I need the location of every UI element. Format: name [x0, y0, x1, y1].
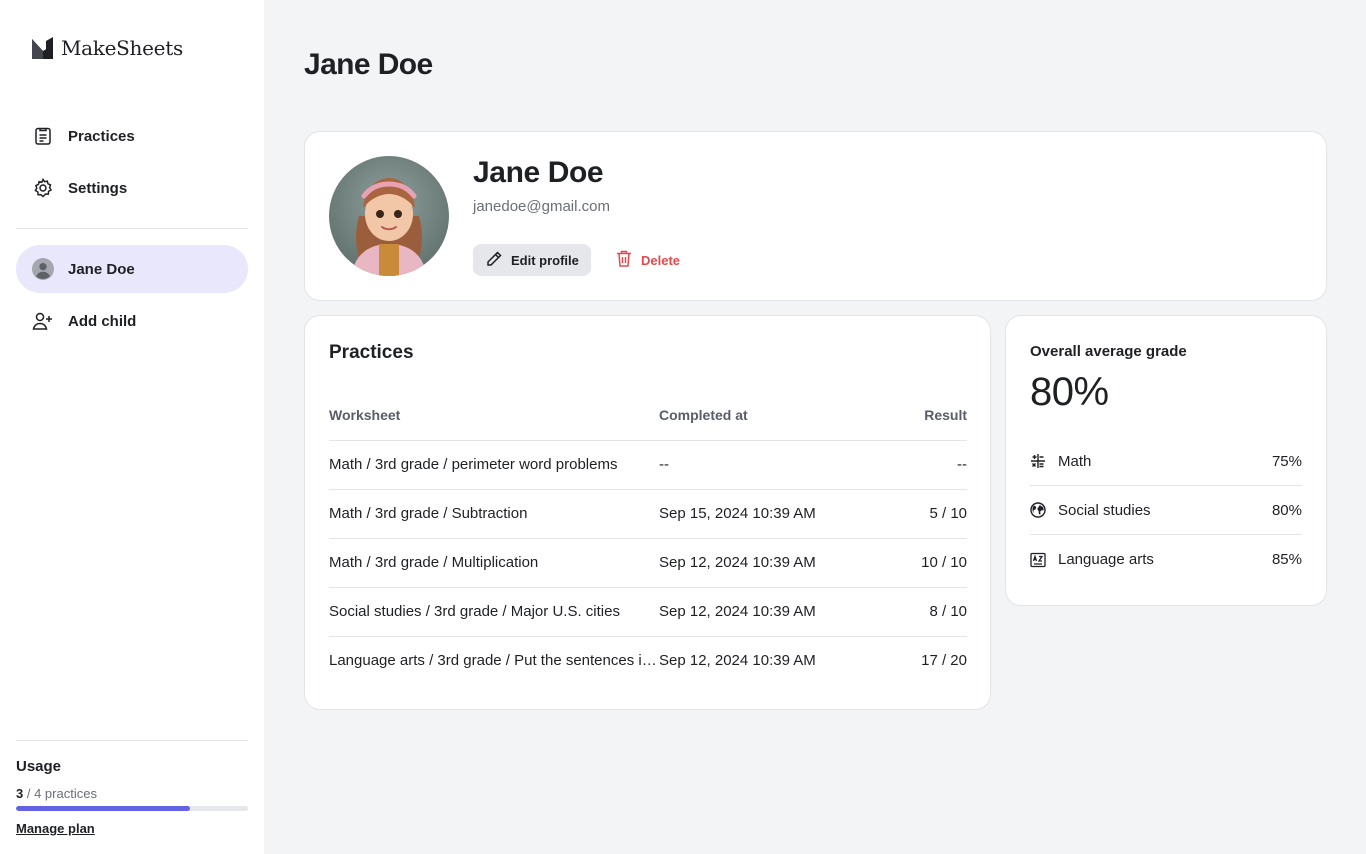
sidebar-divider — [16, 740, 248, 741]
nav-item-settings[interactable]: Settings — [16, 164, 248, 212]
usage-total: / 4 practices — [26, 786, 97, 801]
subject-grade-row: Math 75% — [1030, 437, 1302, 486]
subject-grade: 75% — [1271, 452, 1302, 470]
cell-result: 17 / 20 — [921, 652, 967, 670]
grades-card: Overall average grade 80% Math 75% Socia… — [1005, 315, 1327, 606]
cell-completed-at: Sep 12, 2024 10:39 AM — [659, 538, 879, 588]
practices-card: Practices Worksheet Completed at Result … — [304, 315, 991, 710]
cell-worksheet: Math / 3rd grade / Subtraction — [329, 489, 659, 539]
delete-label: Delete — [641, 252, 681, 268]
nav-item-practices[interactable]: Practices — [16, 112, 248, 160]
nav-item-label: Settings — [68, 179, 128, 197]
cell-worksheet: Social studies / 3rd grade / Major U.S. … — [329, 587, 659, 637]
logo[interactable]: MakeSheets — [32, 36, 183, 60]
cell-completed-at: -- — [659, 440, 879, 490]
pencil-icon — [485, 250, 503, 271]
cell-completed-at: Sep 12, 2024 10:39 AM — [659, 587, 879, 637]
child-item-label: Jane Doe — [68, 260, 135, 278]
add-child-label: Add child — [68, 312, 137, 330]
nav-item-label: Practices — [68, 127, 135, 145]
cell-worksheet: Language arts / 3rd grade / Put the sent… — [329, 652, 659, 670]
calculator-icon — [1030, 453, 1046, 469]
cell-worksheet: Math / 3rd grade / Multiplication — [329, 538, 659, 588]
profile-card: Jane Doe janedoe@gmail.com Edit profile … — [304, 131, 1327, 301]
column-header-completed-at: Completed at — [659, 390, 879, 441]
subject-name: Social studies — [1058, 501, 1151, 519]
cell-worksheet: Math / 3rd grade / perimeter word proble… — [329, 440, 659, 490]
trash-icon — [615, 249, 633, 271]
practices-title: Practices — [329, 342, 414, 363]
child-item-jane-doe[interactable]: Jane Doe — [16, 245, 248, 293]
clipboard-icon — [32, 125, 54, 147]
subject-grade: 80% — [1271, 501, 1302, 519]
column-header-result: Result — [879, 390, 967, 441]
subject-grade-list: Math 75% Social studies 80% Language art… — [1030, 437, 1302, 584]
overall-grade-value: 80% — [1030, 370, 1109, 414]
edit-profile-button[interactable]: Edit profile — [473, 244, 591, 276]
user-plus-icon — [32, 310, 54, 332]
table-row[interactable]: Math / 3rd grade / Multiplication Sep 12… — [329, 538, 967, 588]
cell-completed-at: Sep 15, 2024 10:39 AM — [659, 489, 879, 539]
table-row[interactable]: Social studies / 3rd grade / Major U.S. … — [329, 587, 967, 637]
grades-title: Overall average grade — [1030, 343, 1187, 360]
globe-icon — [1030, 502, 1046, 518]
usage-count: 3 / 4 practices — [16, 786, 97, 801]
usage-used: 3 — [16, 786, 24, 801]
usage-progress-fill — [16, 806, 190, 811]
sidebar: MakeSheets Practices Settings Jane Doe A… — [0, 0, 264, 854]
cell-result: 8 / 10 — [879, 587, 967, 637]
subject-name: Language arts — [1058, 551, 1154, 568]
cell-result: -- — [879, 440, 967, 490]
table-row[interactable]: Math / 3rd grade / Subtraction Sep 15, 2… — [329, 489, 967, 539]
practices-table: Worksheet Completed at Result Math / 3rd… — [329, 390, 967, 685]
page-title: Jane Doe — [304, 48, 433, 81]
sidebar-divider — [16, 228, 248, 229]
table-header-row: Worksheet Completed at Result — [329, 390, 967, 441]
usage-title: Usage — [16, 758, 62, 775]
cell-result: 10 / 10 — [879, 538, 967, 588]
user-circle-icon — [32, 258, 54, 280]
gear-icon — [32, 177, 54, 199]
profile-name: Jane Doe — [473, 156, 604, 189]
subject-grade: 85% — [1271, 551, 1302, 568]
logo-text: MakeSheets — [61, 36, 183, 60]
cell-result: 5 / 10 — [879, 489, 967, 539]
add-child-button[interactable]: Add child — [16, 297, 248, 345]
table-row[interactable]: Math / 3rd grade / perimeter word proble… — [329, 440, 967, 490]
subject-grade-row: Social studies 80% — [1030, 486, 1302, 535]
table-row[interactable]: Language arts / 3rd grade / Put the sent… — [329, 636, 967, 685]
makesheets-logo-icon — [32, 37, 53, 59]
delete-button[interactable]: Delete — [615, 244, 680, 276]
cell-completed-at: Sep 12, 2024 10:39 AM — [659, 652, 816, 670]
manage-plan-link[interactable]: Manage plan — [16, 821, 95, 836]
usage-progress-bar — [16, 806, 248, 811]
avatar — [329, 156, 449, 276]
subject-name: Math — [1058, 452, 1092, 470]
edit-profile-label: Edit profile — [511, 252, 579, 268]
column-header-worksheet: Worksheet — [329, 390, 659, 441]
alphabet-icon — [1030, 552, 1046, 568]
subject-grade-row: Language arts 85% — [1030, 535, 1302, 584]
profile-email: janedoe@gmail.com — [473, 198, 610, 215]
